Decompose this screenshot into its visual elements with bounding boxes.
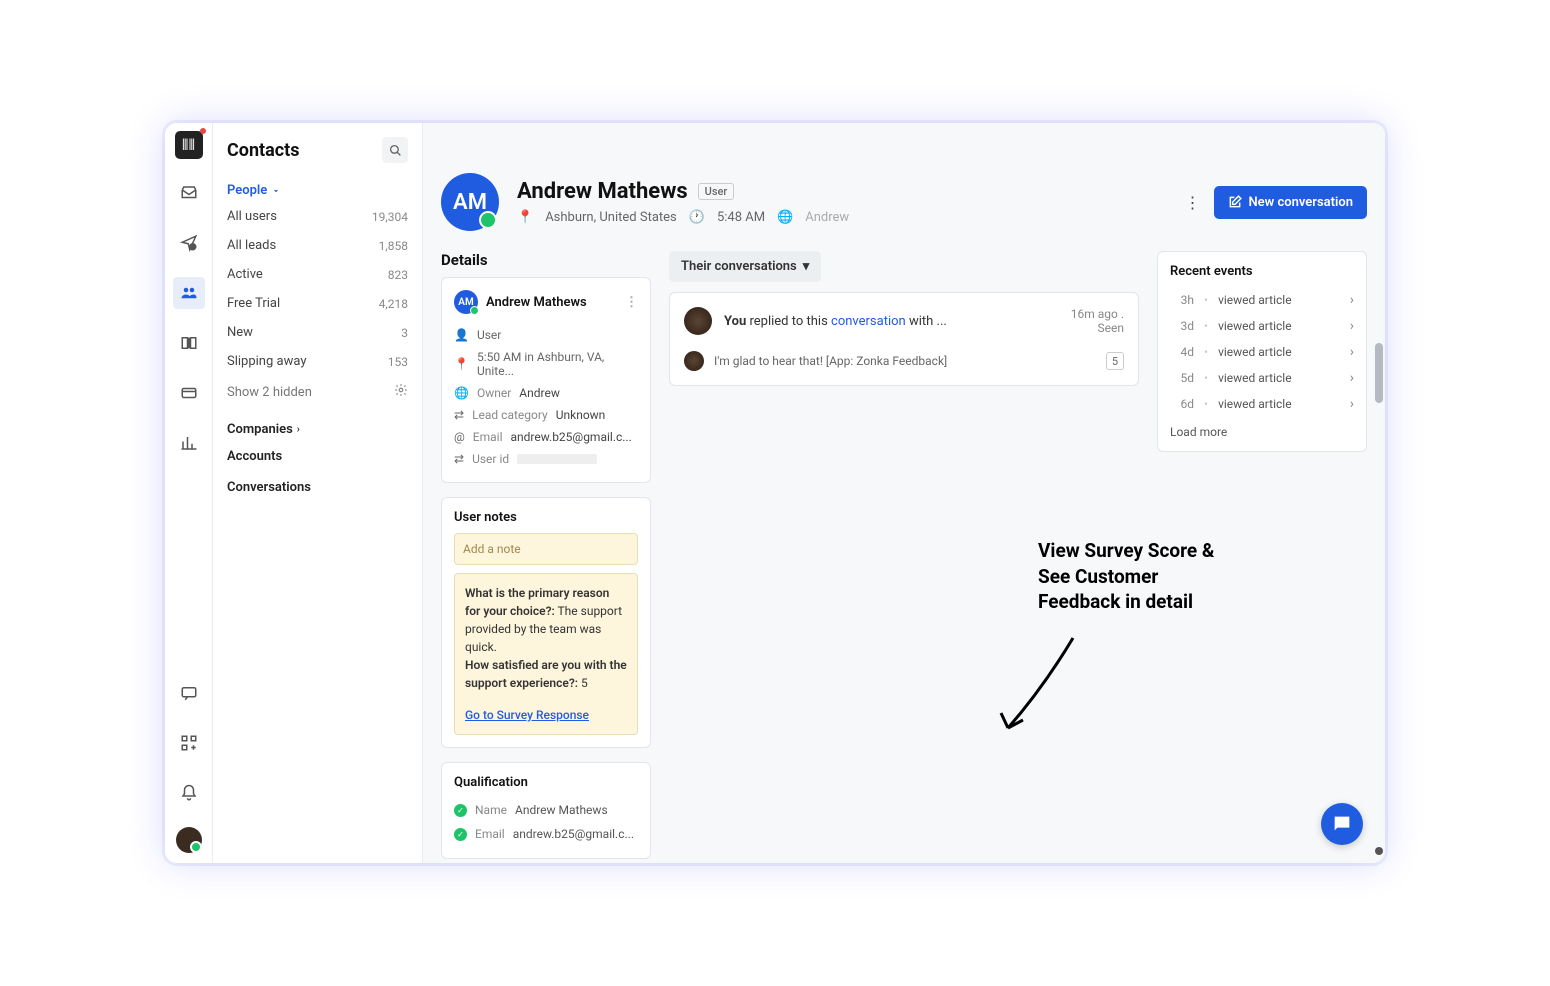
qualification-title: Qualification: [454, 775, 638, 790]
id-icon: ⇄: [454, 452, 464, 466]
card-icon[interactable]: [173, 377, 205, 409]
message-icon[interactable]: [173, 677, 205, 709]
location-icon: 📍: [517, 210, 533, 225]
check-icon: ✓: [454, 804, 467, 817]
profile-name: Andrew MathewsUser: [517, 179, 849, 204]
sidebar-item-slipping[interactable]: Slipping away153: [213, 347, 422, 376]
user-badge: User: [698, 183, 735, 200]
accounts-link[interactable]: Accounts: [213, 441, 422, 472]
conversations-link[interactable]: Conversations: [213, 472, 422, 503]
globe-icon: 🌐: [777, 210, 793, 225]
conversation-item[interactable]: You replied to this conversation with ..…: [669, 292, 1139, 386]
sidebar-item-active[interactable]: Active823: [213, 260, 422, 289]
score-badge: 5: [1106, 352, 1124, 370]
clock-icon: 🕐: [689, 210, 705, 225]
sidebar-item-all-users[interactable]: All users19,304: [213, 202, 422, 231]
qualification-card: Qualification ✓NameAndrew Mathews ✓Email…: [441, 762, 651, 859]
nav-rail: ⦀⦀: [165, 123, 213, 863]
swap-icon: ⇄: [454, 408, 464, 422]
notes-card: User notes Add a note What is the primar…: [441, 497, 651, 748]
book-icon[interactable]: [173, 327, 205, 359]
chevron-right-icon: ›: [1350, 396, 1354, 412]
chevron-right-icon: ›: [1350, 318, 1354, 334]
add-note-input[interactable]: Add a note: [454, 533, 638, 565]
chevron-right-icon: ›: [1350, 370, 1354, 386]
pin-icon: 📍: [454, 357, 469, 371]
check-icon: ✓: [454, 828, 467, 841]
people-dropdown[interactable]: People: [213, 177, 422, 202]
sidebar: Contacts People All users19,304 All lead…: [213, 123, 423, 863]
details-card: AM Andrew Mathews ⋮ 👤User 📍5:50 AM in As…: [441, 277, 651, 483]
agent-avatar-small: [684, 351, 704, 371]
send-icon[interactable]: [173, 227, 205, 259]
recent-event-item[interactable]: 5d•viewed article›: [1170, 365, 1354, 391]
profile-avatar: AM: [441, 173, 499, 231]
card-avatar: AM: [454, 290, 478, 314]
chat-fab-button[interactable]: [1321, 803, 1363, 845]
recent-event-item[interactable]: 6d•viewed article›: [1170, 391, 1354, 417]
profile-header: AM Andrew MathewsUser 📍Ashburn, United S…: [423, 143, 1385, 251]
recent-event-item[interactable]: 3h•viewed article›: [1170, 287, 1354, 313]
chevron-right-icon: ›: [1350, 344, 1354, 360]
notes-title: User notes: [454, 510, 638, 525]
show-hidden[interactable]: Show 2 hidden: [213, 376, 422, 408]
user-avatar[interactable]: [176, 827, 202, 853]
sidebar-item-new[interactable]: New3: [213, 318, 422, 347]
agent-avatar: [684, 307, 712, 335]
apps-icon[interactable]: [173, 727, 205, 759]
chevron-right-icon: ›: [1350, 292, 1354, 308]
load-more-link[interactable]: Load more: [1170, 417, 1354, 439]
sidebar-title: Contacts: [227, 140, 299, 161]
companies-section[interactable]: Companies ›: [213, 408, 422, 441]
details-title: Details: [441, 251, 651, 269]
conversations-tab[interactable]: Their conversations ▾: [669, 251, 821, 282]
survey-response-link[interactable]: Go to Survey Response: [465, 706, 627, 724]
more-options-icon[interactable]: ⋮: [1180, 189, 1204, 216]
recent-event-item[interactable]: 4d•viewed article›: [1170, 339, 1354, 365]
recent-events-card: Recent events 3h•viewed article› 3d•view…: [1157, 251, 1367, 452]
survey-note: What is the primary reason for your choi…: [454, 573, 638, 735]
gear-icon: [394, 383, 408, 401]
recent-events-title: Recent events: [1170, 264, 1354, 279]
new-conversation-button[interactable]: New conversation: [1214, 186, 1367, 219]
card-more-icon[interactable]: ⋮: [625, 295, 638, 310]
at-icon: @: [454, 430, 465, 444]
globe-icon: 🌐: [454, 386, 469, 400]
app-logo[interactable]: ⦀⦀: [175, 131, 203, 159]
app-frame: ⦀⦀ Contacts People All users19,304 All l…: [165, 123, 1385, 863]
recent-event-item[interactable]: 3d•viewed article›: [1170, 313, 1354, 339]
notifications-icon[interactable]: [173, 777, 205, 809]
scrollbar[interactable]: [1373, 123, 1385, 863]
inbox-icon[interactable]: [173, 177, 205, 209]
sidebar-item-free-trial[interactable]: Free Trial4,218: [213, 289, 422, 318]
chevron-down-icon: ▾: [803, 259, 810, 274]
sidebar-item-all-leads[interactable]: All leads1,858: [213, 231, 422, 260]
person-icon: 👤: [454, 328, 469, 342]
contacts-icon[interactable]: [173, 277, 205, 309]
search-icon[interactable]: [382, 137, 408, 163]
main-content: AM Andrew MathewsUser 📍Ashburn, United S…: [423, 123, 1385, 863]
reports-icon[interactable]: [173, 427, 205, 459]
